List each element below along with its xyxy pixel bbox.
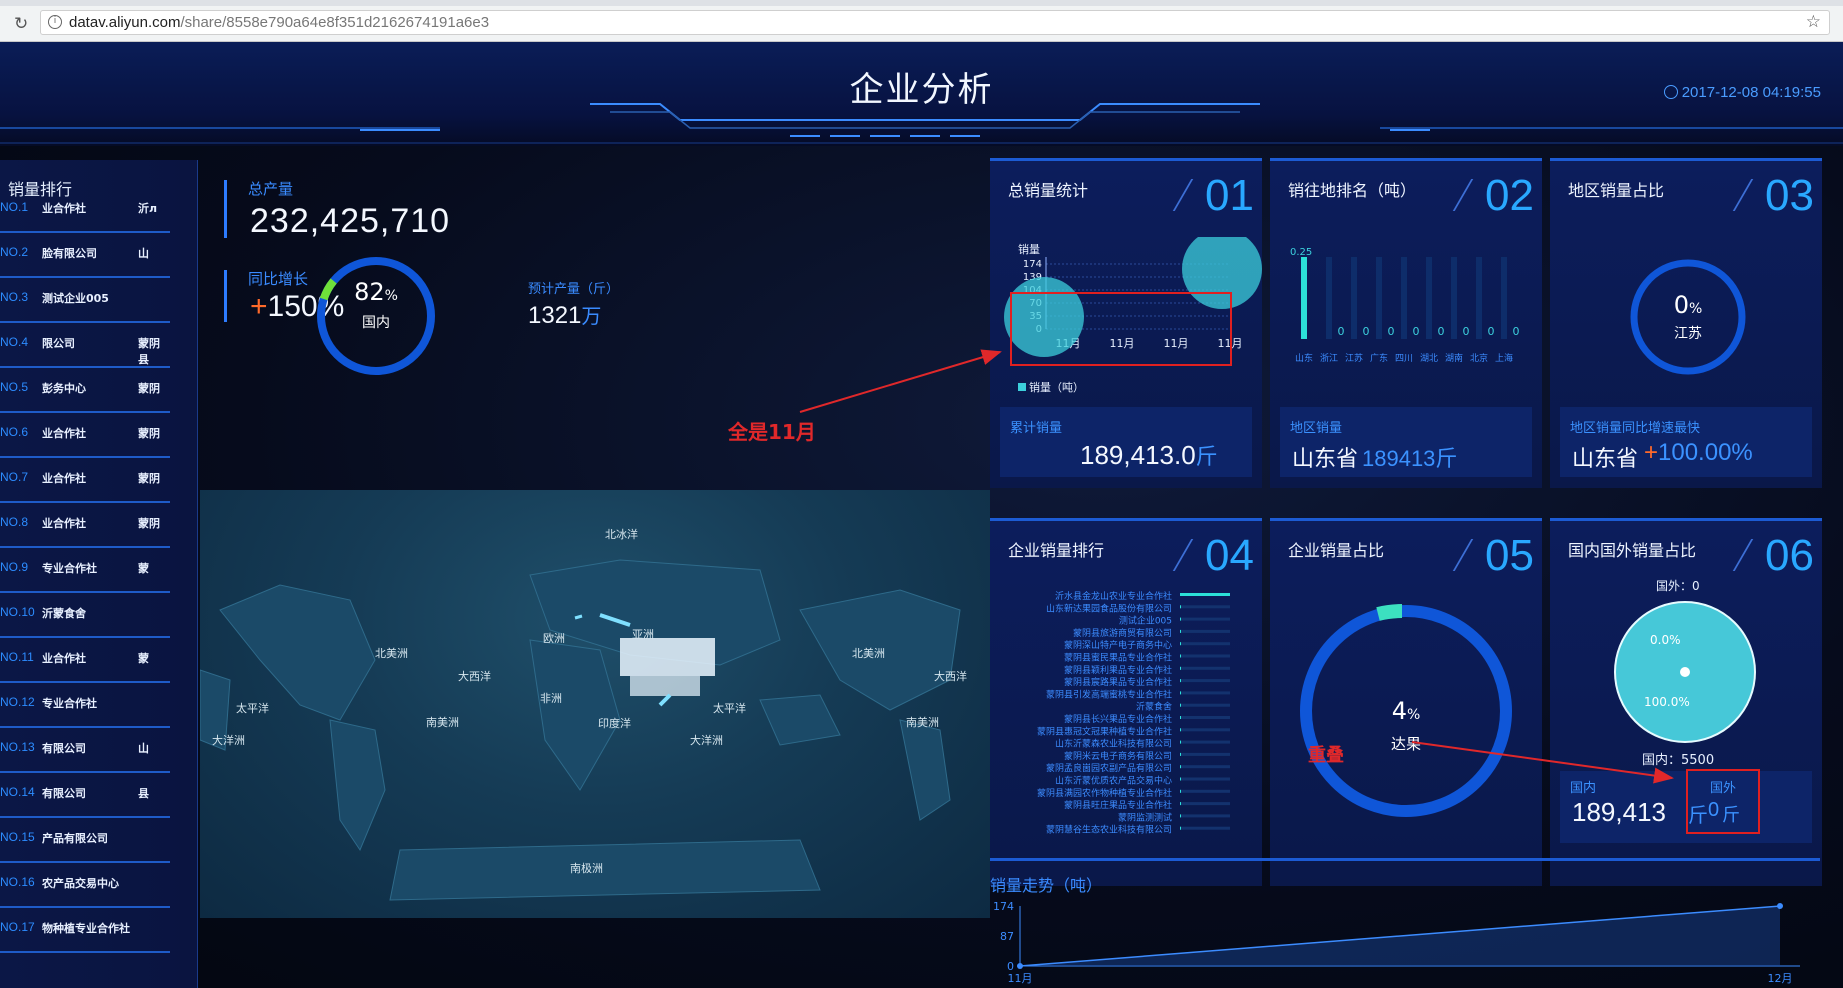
reload-icon[interactable]: ↻ <box>14 14 28 34</box>
url-text[interactable]: datav.aliyun.com/share/8558e790a64e8f351… <box>69 14 489 31</box>
annotation-arrows <box>799 349 1674 784</box>
address-bar[interactable]: i datav.aliyun.com/share/8558e790a64e8f3… <box>40 10 1830 35</box>
info-icon[interactable]: i <box>48 15 62 29</box>
dashboard: 企业分析 2017-12-08 04:19:55 销量排行 NO.1 业合作社 沂л… <box>0 42 1843 988</box>
tab-strip <box>0 0 1843 6</box>
bookmark-star-icon[interactable]: ☆ <box>1806 12 1821 32</box>
browser-chrome: ↻ i datav.aliyun.com/share/8558e790a64e8… <box>0 0 1843 42</box>
